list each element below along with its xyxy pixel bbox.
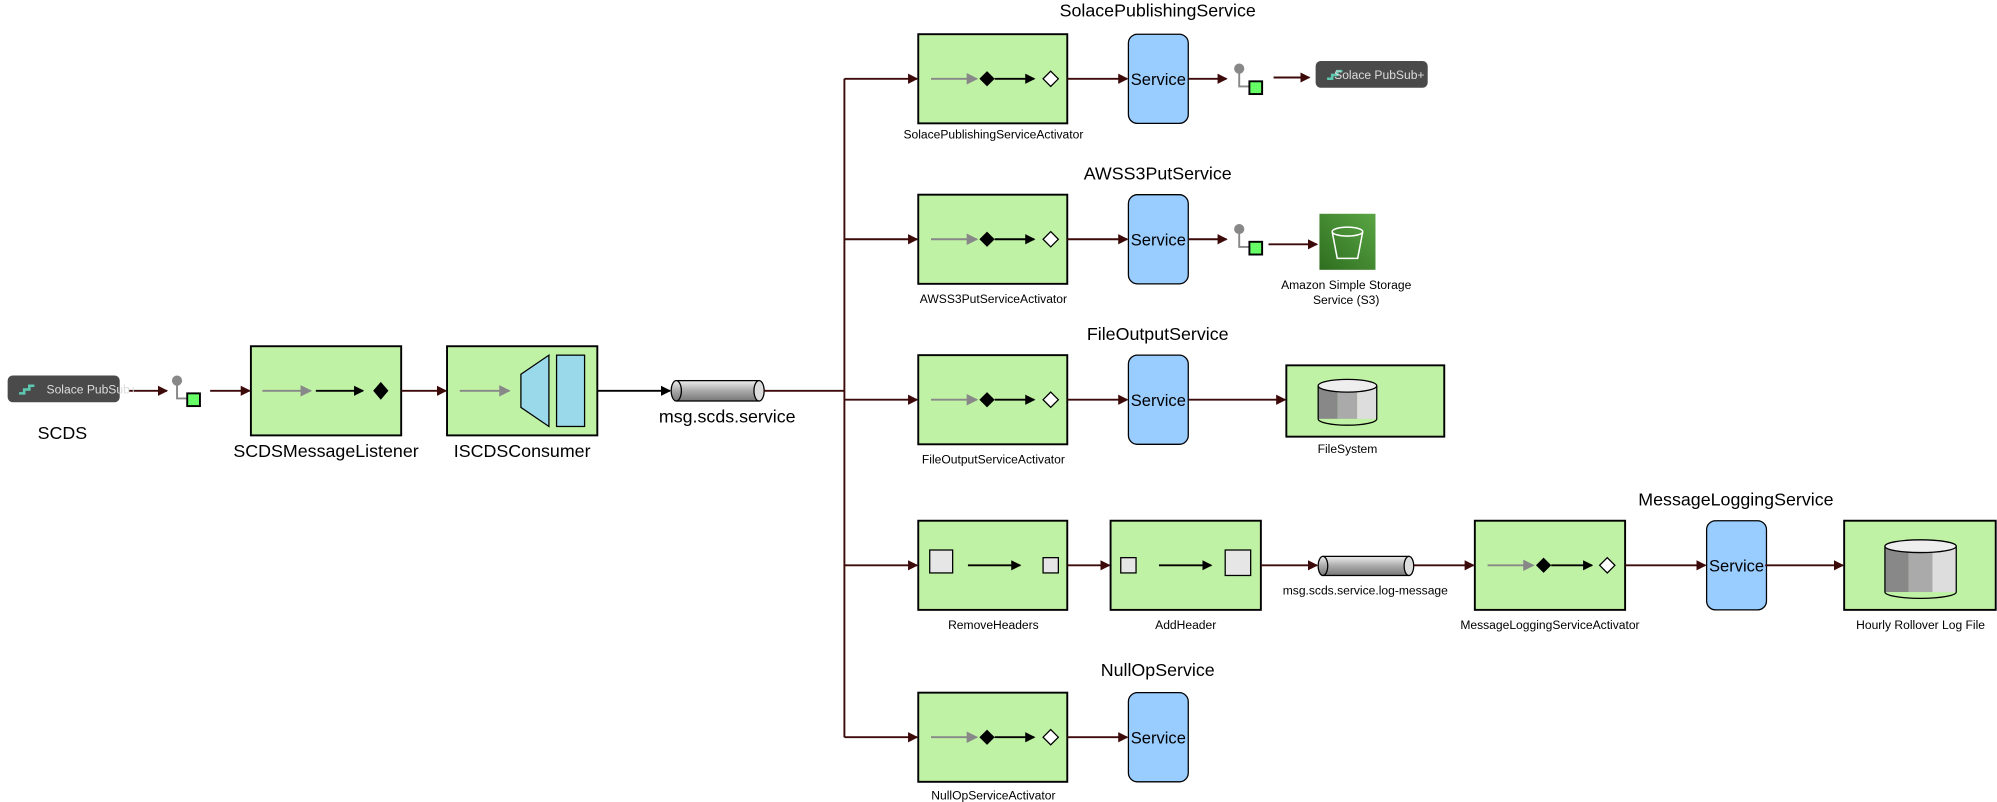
integration-flow-diagram: Solace PubSub+ SCDS SCDSMessageListener … — [0, 0, 1997, 802]
add-header-label: AddHeader — [1155, 618, 1216, 632]
log-file-cylinder-top — [1884, 539, 1957, 554]
payload-block-icon — [1042, 557, 1059, 574]
file-service-title: FileOutputService — [1087, 324, 1229, 344]
service-label: Service — [1709, 557, 1764, 576]
nullop-activator-label: NullOpServiceActivator — [931, 789, 1055, 802]
nullop-service-title: NullOpService — [1101, 660, 1215, 680]
log-file-label: Hourly Rollover Log File — [1856, 618, 1985, 632]
channel-log-message-cap — [1403, 555, 1415, 577]
adapter-port-icon — [186, 392, 201, 408]
service-label: Service — [1131, 391, 1186, 410]
payload-block-icon — [1120, 557, 1137, 574]
s3-bucket-icon — [1319, 213, 1376, 270]
listener-label: SCDSMessageListener — [233, 441, 418, 461]
s3-label-line2: Service (S3) — [1313, 293, 1379, 307]
solace-service-title: SolacePublishingService — [1060, 0, 1256, 20]
file-activator-label: FileOutputServiceActivator — [922, 452, 1065, 466]
log-file-cylinder-light — [1932, 546, 1957, 593]
service-label: Service — [1131, 729, 1186, 748]
log-channel-label: msg.scds.service.log-message — [1283, 584, 1448, 598]
solace-activator-label: SolacePublishingServiceActivator — [903, 128, 1083, 142]
s3-service-title: AWSS3PutService — [1084, 163, 1232, 183]
log-file-cylinder — [1884, 546, 1909, 593]
channel-msg-scds-service-end — [670, 379, 683, 402]
service-label: Service — [1131, 70, 1186, 89]
remove-headers-label: RemoveHeaders — [948, 618, 1039, 632]
consumer-label: ISCDSConsumer — [454, 441, 591, 461]
header-block-icon — [1224, 549, 1252, 577]
filesystem-label: FileSystem — [1318, 442, 1378, 456]
filesystem-cylinder-top — [1317, 378, 1378, 393]
target-solace-badge-text: Solace PubSub+ — [1334, 68, 1424, 82]
logging-service-title: MessageLoggingService — [1638, 489, 1833, 509]
diagram-canvas: Solace PubSub+ SCDS SCDSMessageListener … — [7, 0, 1997, 802]
channel-msg-scds-service-cap — [753, 379, 765, 402]
queue-icon — [555, 354, 586, 428]
solace-badge-text: Solace PubSub+ — [47, 382, 137, 396]
channel-log-message-end — [1317, 555, 1329, 577]
logging-activator-label: MessageLoggingServiceActivator — [1460, 618, 1639, 632]
service-label: Service — [1131, 231, 1186, 250]
s3-label-line1: Amazon Simple Storage — [1281, 278, 1412, 292]
channel-msg-scds-service — [675, 379, 760, 402]
header-block-icon — [929, 549, 954, 574]
adapter-port-icon — [1248, 240, 1264, 256]
channel-label: msg.scds.service — [659, 407, 796, 427]
s3-activator-label: AWSS3PutServiceActivator — [920, 292, 1067, 306]
channel-log-message — [1322, 555, 1410, 577]
source-label: SCDS — [38, 423, 88, 443]
adapter-port-icon — [1248, 80, 1264, 96]
